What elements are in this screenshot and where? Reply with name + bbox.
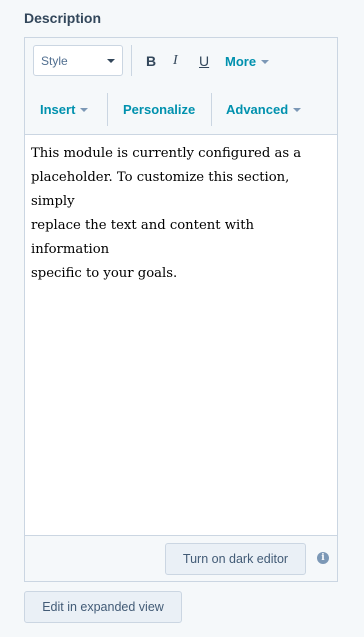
editor-content[interactable]: This module is currently configured as a… <box>31 142 331 286</box>
more-label: More <box>225 54 257 69</box>
underline-button[interactable]: U <box>199 53 209 69</box>
expanded-view-button[interactable]: Edit in expanded view <box>24 591 182 623</box>
content-line: specific to your goals. <box>31 266 178 281</box>
italic-button[interactable]: I <box>173 53 178 69</box>
rich-text-editor: Style B I U More Insert Personalize Adva… <box>24 37 338 582</box>
advanced-label: Advanced <box>226 102 289 117</box>
style-select[interactable]: Style <box>33 45 123 76</box>
chevron-down-icon <box>80 108 89 112</box>
more-menu-button[interactable]: More <box>225 54 270 69</box>
advanced-menu-button[interactable]: Advanced <box>226 102 302 117</box>
chevron-down-icon <box>293 108 302 112</box>
chevron-down-icon <box>261 60 270 64</box>
insert-label: Insert <box>40 102 76 117</box>
toolbar-divider <box>131 45 132 76</box>
personalize-button[interactable]: Personalize <box>123 102 195 117</box>
editor-footer: Turn on dark editor i <box>25 535 337 581</box>
bold-button[interactable]: B <box>146 53 156 69</box>
content-line: This module is currently configured as a <box>31 146 302 161</box>
insert-menu-button[interactable]: Insert <box>40 102 89 117</box>
info-icon[interactable]: i <box>317 552 329 564</box>
toolbar-divider <box>211 93 212 126</box>
content-line: replace the text and content with inform… <box>31 218 255 257</box>
field-label: Description <box>24 10 102 26</box>
dark-editor-button[interactable]: Turn on dark editor <box>165 543 306 575</box>
editor-toolbar: Style B I U More Insert Personalize Adva… <box>25 38 337 135</box>
toolbar-divider <box>107 93 108 126</box>
style-select-value: Style <box>41 54 68 68</box>
content-line: placeholder. To customize this section, … <box>31 170 290 209</box>
chevron-down-icon <box>107 59 115 63</box>
